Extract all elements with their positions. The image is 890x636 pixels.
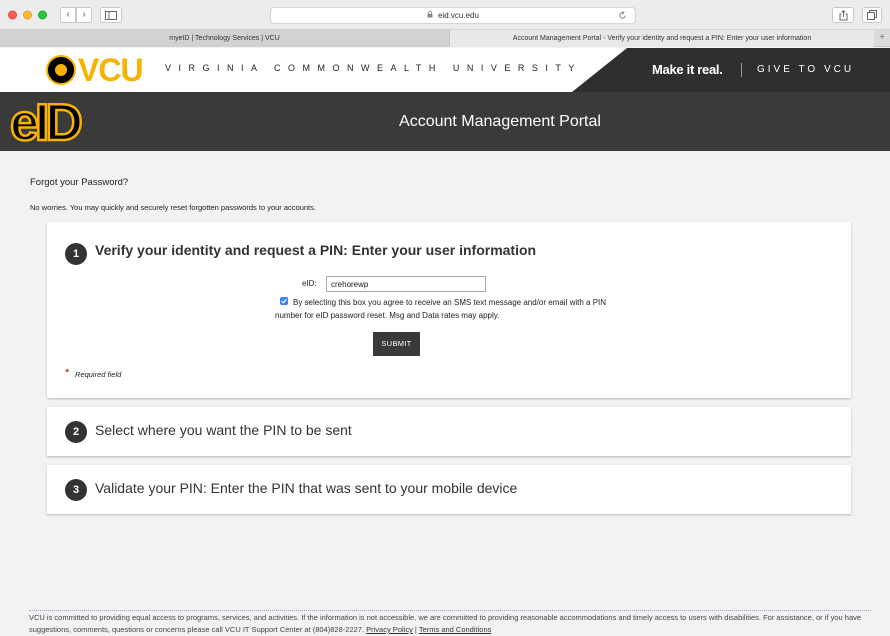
- university-name[interactable]: VIRGINIA COMMONWEALTH UNIVERSITY: [165, 63, 582, 73]
- portal-title: Account Management Portal: [399, 113, 601, 130]
- show-tabs-button[interactable]: [862, 7, 882, 23]
- vcu-logo-text: VCU: [78, 52, 144, 88]
- close-window-button[interactable]: [8, 10, 17, 20]
- make-it-real-link[interactable]: Make it real.: [652, 62, 723, 77]
- browser-tabbar: myeID | Technology Services | VCU Accoun…: [0, 30, 890, 47]
- step-3-number: 3: [65, 479, 87, 501]
- chevron-right-icon: ›: [82, 9, 86, 20]
- new-tab-button[interactable]: +: [874, 30, 890, 47]
- footer-separator: |: [414, 625, 417, 634]
- eid-header: eID Account Management Portal: [0, 92, 890, 151]
- page-title: Forgot your Password?: [30, 177, 129, 188]
- eid-logo-text: eID: [10, 96, 81, 146]
- tab-account-management-portal[interactable]: Account Management Portal - Verify your …: [450, 30, 874, 47]
- footer-divider: [29, 610, 871, 611]
- tab-myeid[interactable]: myeID | Technology Services | VCU: [0, 30, 450, 47]
- submit-button[interactable]: SUBMIT: [373, 332, 420, 356]
- step-1-number: 1: [65, 243, 87, 265]
- share-icon: [839, 10, 847, 21]
- page-description: No worries. You may quickly and securely…: [30, 203, 316, 212]
- minimize-window-button[interactable]: [23, 10, 32, 20]
- browser-titlebar: ‹ › eid.vcu.edu: [0, 0, 890, 30]
- reload-icon[interactable]: [618, 10, 627, 25]
- checkmark-icon: [281, 298, 287, 304]
- vcu-seal-icon: [46, 55, 76, 85]
- step-3-title: Validate your PIN: Enter the PIN that wa…: [95, 480, 518, 496]
- vcu-logo[interactable]: VCU: [46, 52, 144, 88]
- agree-checkbox[interactable]: [280, 297, 288, 305]
- sidebar-toggle-button[interactable]: [100, 7, 122, 23]
- forward-button[interactable]: ›: [76, 7, 92, 23]
- maximize-window-button[interactable]: [38, 10, 47, 20]
- url-text: eid.vcu.edu: [438, 11, 479, 20]
- step-3-card[interactable]: 3 Validate your PIN: Enter the PIN that …: [47, 465, 851, 514]
- step-1-title: Verify your identity and request a PIN: …: [95, 242, 537, 258]
- vcu-brand-bar: VCU VIRGINIA COMMONWEALTH UNIVERSITY Mak…: [0, 48, 890, 92]
- eid-input[interactable]: [326, 276, 486, 292]
- sidebar-icon: [105, 11, 117, 20]
- eid-field-label: eID:: [302, 279, 317, 288]
- step-2-title: Select where you want the PIN to be sent: [95, 422, 352, 438]
- chevron-left-icon: ‹: [66, 9, 70, 20]
- share-button[interactable]: [832, 7, 854, 23]
- privacy-policy-link[interactable]: Privacy Policy: [366, 625, 413, 634]
- step-1-card: 1 Verify your identity and request a PIN…: [47, 222, 851, 398]
- footer-accessibility-notice: VCU is committed to providing equal acce…: [29, 612, 874, 636]
- agree-text: By selecting this box you agree to recei…: [275, 298, 607, 320]
- lock-icon: [427, 11, 435, 20]
- back-button[interactable]: ‹: [60, 7, 76, 23]
- main-content: Forgot your Password? No worries. You ma…: [0, 151, 890, 635]
- eid-logo[interactable]: eID: [10, 96, 102, 146]
- tabs-overview-icon: [867, 10, 877, 20]
- terms-and-conditions-link[interactable]: Terms and Conditions: [419, 625, 492, 634]
- required-star: *: [65, 367, 70, 379]
- address-bar[interactable]: eid.vcu.edu: [270, 7, 636, 24]
- step-2-card[interactable]: 2 Select where you want the PIN to be se…: [47, 407, 851, 456]
- give-to-vcu-link[interactable]: GIVE TO VCU: [757, 64, 854, 75]
- required-field-note: Required field: [75, 370, 122, 379]
- brand-divider: [741, 63, 742, 77]
- step-2-number: 2: [65, 421, 87, 443]
